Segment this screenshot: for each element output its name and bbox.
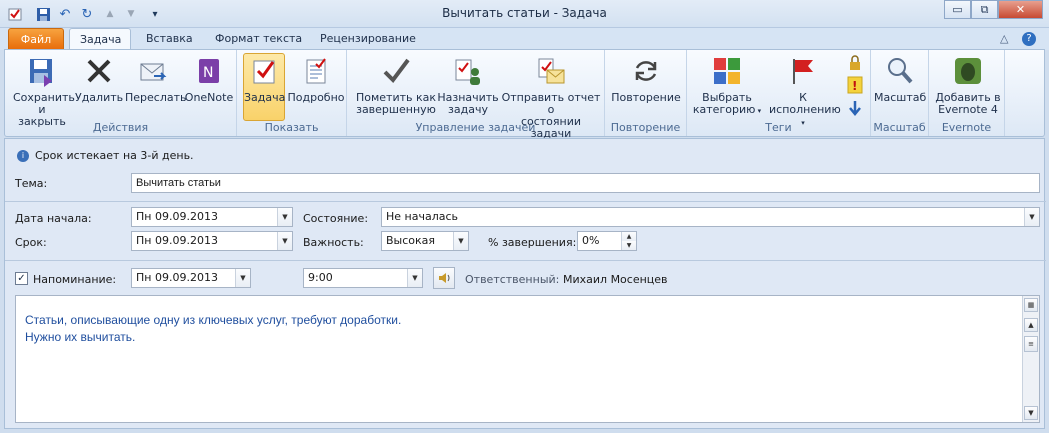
details-icon [299, 54, 333, 88]
owner-label: Ответственный: [465, 273, 560, 286]
reminder-date-picker[interactable]: Пн 09.09.2013 ▼ [131, 268, 251, 288]
tab-review[interactable]: Рецензирование [310, 28, 426, 50]
info-icon: i [17, 150, 29, 162]
reminder-sound-button[interactable] [433, 267, 455, 289]
restore-button[interactable]: ⧉ [971, 0, 998, 19]
notes-scrollbar[interactable]: ▦ ▲ ≡ ▼ [1022, 296, 1039, 422]
help-icon[interactable]: ? [1022, 32, 1036, 46]
tab-format-text[interactable]: Формат текста [205, 28, 312, 50]
chevron-down-icon[interactable]: ▼ [235, 269, 250, 287]
low-importance-icon[interactable] [849, 100, 861, 119]
start-date-label: Дата начала: [15, 212, 92, 225]
onenote-icon: N [192, 54, 226, 88]
scroll-down-icon[interactable]: ▼ [1024, 406, 1038, 420]
divider [5, 260, 1046, 261]
due-info-text: Срок истекает на 3-й день. [35, 149, 194, 162]
group-evernote: Добавить в Evernote 4 Evernote [929, 50, 1005, 136]
chevron-down-icon[interactable]: ▼ [277, 208, 292, 226]
group-label-manage: Управление задачей [415, 121, 536, 134]
forward-icon [136, 54, 170, 88]
task-view-button[interactable]: Задача [243, 53, 285, 121]
subject-label: Тема: [15, 177, 48, 190]
notes-text[interactable]: Статьи, описывающие одну из ключевых усл… [25, 312, 401, 346]
details-button[interactable]: Подробно [287, 54, 345, 104]
due-date-label: Срок: [15, 236, 47, 249]
reminder-time-select[interactable]: 9:00 ▼ [303, 268, 423, 288]
owner-value: Михаил Мосенцев [563, 273, 668, 286]
recurrence-button[interactable]: Повторение [609, 54, 683, 104]
due-date-picker[interactable]: Пн 09.09.2013 ▼ [131, 231, 293, 251]
group-label-tags: Теги [765, 121, 792, 134]
ruler-icon[interactable]: ▦ [1024, 298, 1038, 312]
checkmark-icon [379, 54, 413, 88]
evernote-icon [951, 54, 985, 88]
forward-button[interactable]: Переслать [125, 54, 187, 104]
group-label-show: Показать [264, 121, 319, 134]
group-actions: Сохранить и закрыть Удалить Переслать N … [5, 50, 237, 136]
private-lock-icon[interactable] [847, 55, 863, 74]
group-tags: Выбрать категорию ▾ К исполнению ▾ ! Тег… [687, 50, 871, 136]
add-to-evernote-button[interactable]: Добавить в Evernote 4 [933, 54, 1003, 116]
svg-text:N: N [203, 65, 213, 81]
follow-up-button[interactable]: К исполнению ▾ [769, 54, 841, 129]
window-title: Вычитать статьи - Задача [442, 6, 607, 20]
save-close-button[interactable]: Сохранить и закрыть [13, 54, 75, 128]
delete-icon [82, 54, 116, 88]
save-close-icon [25, 54, 59, 88]
ribbon: Сохранить и закрыть Удалить Переслать N … [4, 49, 1045, 140]
group-recurrence: Повторение Повторение [605, 50, 687, 136]
ribbon-tabs: Файл Задача Вставка Формат текста Реценз… [0, 28, 1049, 50]
group-label-zoom: Масштаб [873, 121, 926, 134]
mark-complete-button[interactable]: Пометить как завершенную [353, 54, 439, 116]
reminder-label: Напоминание: [33, 273, 117, 286]
chevron-down-icon[interactable]: ▼ [277, 232, 292, 250]
group-show: Задача Подробно Показать [237, 50, 347, 136]
chevron-down-icon[interactable]: ▼ [1024, 208, 1039, 226]
subject-input[interactable] [131, 173, 1040, 193]
scroll-up-icon[interactable]: ▲ [1024, 318, 1038, 332]
categories-icon [710, 54, 744, 88]
group-manage-task: Пометить как завершенную Назначить задач… [347, 50, 605, 140]
close-button[interactable]: ✕ [998, 0, 1043, 19]
delete-button[interactable]: Удалить [75, 54, 123, 104]
percent-complete-stepper[interactable]: 0% ▲ ▼ [577, 231, 637, 251]
onenote-button[interactable]: N OneNote [183, 54, 235, 104]
recurrence-icon [629, 54, 663, 88]
priority-label: Важность: [303, 236, 364, 249]
high-importance-icon[interactable]: ! [847, 76, 863, 97]
group-zoom: Масштаб Масштаб [871, 50, 929, 136]
speaker-icon [439, 273, 450, 283]
task-form: i Срок истекает на 3-й день. Тема: Дата … [4, 138, 1046, 429]
group-label-evernote: Evernote [941, 121, 992, 134]
divider [5, 201, 1046, 202]
chevron-down-icon[interactable]: ▼ [453, 232, 468, 250]
minimize-button[interactable]: ▭ [944, 0, 971, 19]
reminder-checkbox[interactable]: ✓ [15, 272, 28, 285]
percent-complete-label: % завершения: [488, 236, 577, 249]
tab-insert[interactable]: Вставка [136, 28, 203, 50]
scroll-thumb[interactable]: ≡ [1024, 336, 1038, 352]
collapse-ribbon-icon[interactable]: △ [1000, 28, 1016, 50]
tab-task[interactable]: Задача [69, 28, 131, 50]
chevron-down-icon[interactable]: ▼ [407, 269, 422, 287]
assign-task-icon [451, 54, 485, 88]
status-label: Состояние: [303, 212, 369, 225]
group-label-recurrence: Повторение [610, 121, 681, 134]
status-report-icon [534, 54, 568, 88]
stepper-down-icon[interactable]: ▼ [621, 241, 636, 250]
categorize-button[interactable]: Выбрать категорию ▾ [691, 54, 763, 117]
status-select[interactable]: Не началась ▼ [381, 207, 1040, 227]
svg-text:!: ! [852, 79, 857, 93]
title-bar: ↶ ↻ ▲ ▼ ▾ Вычитать статьи - Задача ▭ ⧉ ✕ [0, 0, 1049, 28]
flag-icon [786, 54, 820, 88]
assign-task-button[interactable]: Назначить задачу [437, 54, 499, 116]
task-view-icon [247, 54, 281, 88]
notes-editor[interactable]: Статьи, описывающие одну из ключевых усл… [15, 295, 1040, 423]
start-date-picker[interactable]: Пн 09.09.2013 ▼ [131, 207, 293, 227]
zoom-button[interactable]: Масштаб [874, 54, 926, 104]
priority-select[interactable]: Высокая ▼ [381, 231, 469, 251]
magnifier-icon [883, 54, 917, 88]
group-label-actions: Действия [92, 121, 149, 134]
tab-file[interactable]: Файл [8, 28, 64, 50]
